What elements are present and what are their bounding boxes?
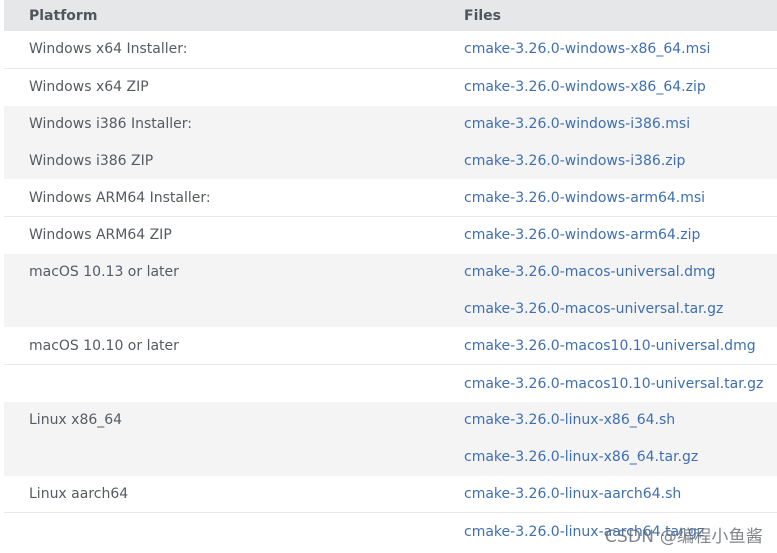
table-row: cmake-3.26.0-macos10.10-universal.tar.gz <box>4 364 777 402</box>
files-column-header: Files <box>464 7 501 24</box>
platform-cell <box>4 364 464 402</box>
table-row: Windows x64 Installer: cmake-3.26.0-wind… <box>4 31 777 68</box>
platform-cell <box>4 512 464 551</box>
file-download-link[interactable]: cmake-3.26.0-linux-aarch64.sh <box>464 486 681 502</box>
platform-cell: Windows ARM64 ZIP <box>4 215 464 254</box>
platform-cell: Windows x64 Installer: <box>29 41 188 58</box>
table-row: cmake-3.26.0-macos-universal.tar.gz <box>4 290 777 328</box>
table-row: Windows ARM64 Installer: cmake-3.26.0-wi… <box>4 179 777 216</box>
platform-cell: Linux x86_64 <box>29 412 123 429</box>
csdn-watermark: CSDN @编程小鱼酱 <box>604 527 763 547</box>
table-row: Linux x86_64 cmake-3.26.0-linux-x86_64.s… <box>4 401 777 439</box>
file-download-link[interactable]: cmake-3.26.0-linux-x86_64.tar.gz <box>464 449 698 465</box>
file-download-link[interactable]: cmake-3.26.0-linux-x86_64.sh <box>464 412 675 428</box>
file-download-link[interactable]: cmake-3.26.0-windows-x86_64.msi <box>464 41 710 57</box>
platform-cell: macOS 10.13 or later <box>29 264 179 281</box>
file-download-link[interactable]: cmake-3.26.0-macos10.10-universal.tar.gz <box>464 376 763 392</box>
platform-cell: Windows i386 ZIP <box>29 152 154 169</box>
platform-cell: Windows x64 ZIP <box>4 67 464 106</box>
table-row: Windows x64 ZIP cmake-3.26.0-windows-x86… <box>4 67 777 106</box>
platform-column-header: Platform <box>29 7 98 24</box>
binary-distributions-table: Platform Files Windows x64 Installer: cm… <box>4 0 777 551</box>
platform-cell: Windows ARM64 Installer: <box>29 189 211 206</box>
file-download-link[interactable]: cmake-3.26.0-windows-i386.msi <box>464 116 690 132</box>
table-row: Windows i386 Installer: cmake-3.26.0-win… <box>4 105 777 143</box>
table-row: Windows ARM64 ZIP cmake-3.26.0-windows-a… <box>4 215 777 254</box>
platform-cell: Windows i386 Installer: <box>29 115 192 132</box>
file-download-link[interactable]: cmake-3.26.0-macos10.10-universal.dmg <box>464 338 756 354</box>
platform-cell <box>4 291 464 328</box>
file-download-link[interactable]: cmake-3.26.0-windows-x86_64.zip <box>464 79 706 95</box>
platform-cell: Linux aarch64 <box>29 485 129 502</box>
table-row: macOS 10.10 or later cmake-3.26.0-macos1… <box>4 327 777 364</box>
downloads-page: Platform Files Windows x64 Installer: cm… <box>0 0 777 553</box>
file-download-link[interactable]: cmake-3.26.0-windows-arm64.zip <box>464 227 700 243</box>
platform-cell <box>4 439 464 476</box>
table-row: Linux aarch64 cmake-3.26.0-linux-aarch64… <box>4 476 777 513</box>
table-row: Windows i386 ZIP cmake-3.26.0-windows-i3… <box>4 142 777 180</box>
table-header-row: Platform Files <box>4 0 777 31</box>
file-download-link[interactable]: cmake-3.26.0-macos-universal.dmg <box>464 264 716 280</box>
file-download-link[interactable]: cmake-3.26.0-windows-arm64.msi <box>464 190 705 206</box>
file-download-link[interactable]: cmake-3.26.0-macos-universal.tar.gz <box>464 301 723 317</box>
table-row: cmake-3.26.0-linux-x86_64.tar.gz <box>4 438 777 476</box>
file-download-link[interactable]: cmake-3.26.0-windows-i386.zip <box>464 153 685 169</box>
platform-cell: macOS 10.10 or later <box>29 337 179 354</box>
table-row: macOS 10.13 or later cmake-3.26.0-macos-… <box>4 253 777 291</box>
